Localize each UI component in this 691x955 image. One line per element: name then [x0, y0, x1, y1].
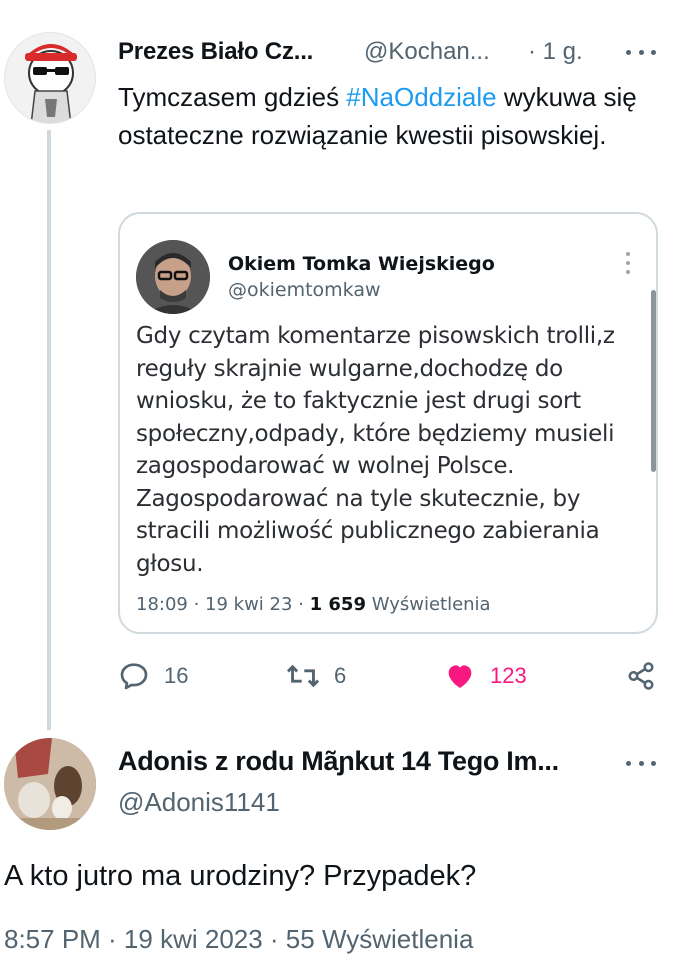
author-avatar[interactable]	[4, 738, 96, 830]
like-button[interactable]: 123	[444, 660, 527, 692]
vertical-more-icon[interactable]	[626, 252, 632, 274]
quoted-tweet-meta: 18:09 · 19 kwi 23 · 1 659 Wyświetlenia	[136, 594, 491, 615]
retweet-count: 6	[334, 663, 347, 688]
share-icon	[628, 662, 654, 690]
like-count: 123	[490, 663, 527, 688]
author-name[interactable]: Prezes Biało Cz...	[118, 38, 313, 66]
more-options-icon[interactable]	[626, 757, 656, 769]
quoted-views-count: 1 659	[309, 594, 366, 615]
reply-button[interactable]: 16	[118, 660, 188, 692]
quoted-tweet-text: Gdy czytam komentarze pisowskich trolli,…	[136, 323, 615, 577]
hashtag-link[interactable]: #NaOddziale	[346, 82, 496, 112]
share-button[interactable]	[626, 660, 656, 692]
heart-filled-icon	[448, 665, 472, 688]
retweet-button[interactable]: 6	[286, 660, 346, 692]
cartoon-avatar-icon	[25, 44, 77, 123]
thread-connector-line	[47, 130, 51, 730]
quoted-author-name[interactable]: Okiem Tomka Wiejskiego	[228, 253, 495, 275]
tweet-text: A kto jutro ma urodziny? Przypadek?	[4, 860, 477, 892]
tweet-text-part: Tymczasem gdzieś	[118, 82, 347, 112]
quoted-views-label: Wyświetlenia	[365, 594, 491, 615]
more-options-icon[interactable]	[626, 46, 656, 58]
tweet-time[interactable]: · 1 g.	[528, 38, 583, 66]
dog-photo-icon	[4, 738, 96, 830]
quoted-timestamp[interactable]: 18:09 · 19 kwi 23 ·	[136, 594, 310, 615]
quoted-author-avatar[interactable]	[136, 240, 210, 314]
person-photo-icon	[136, 240, 210, 314]
author-avatar[interactable]	[4, 32, 96, 124]
author-handle[interactable]: @Adonis1141	[118, 787, 280, 818]
quoted-author-handle[interactable]: @okiemtomkaw	[228, 279, 381, 301]
author-name[interactable]: Adonis z rodu Mãɲkut 14 Tego Im...	[118, 746, 559, 777]
retweet-icon	[286, 664, 320, 688]
reply-icon	[120, 663, 148, 690]
scrollbar-thumb[interactable]	[651, 290, 656, 472]
tweet-meta[interactable]: 8:57 PM · 19 kwi 2023 · 55 Wyświetlenia	[4, 924, 473, 955]
tweet-text: Tymczasem gdzieś #NaOddziale wykuwa się …	[118, 78, 668, 154]
author-handle[interactable]: @Kochan...	[364, 38, 490, 66]
reply-count: 16	[164, 663, 189, 688]
